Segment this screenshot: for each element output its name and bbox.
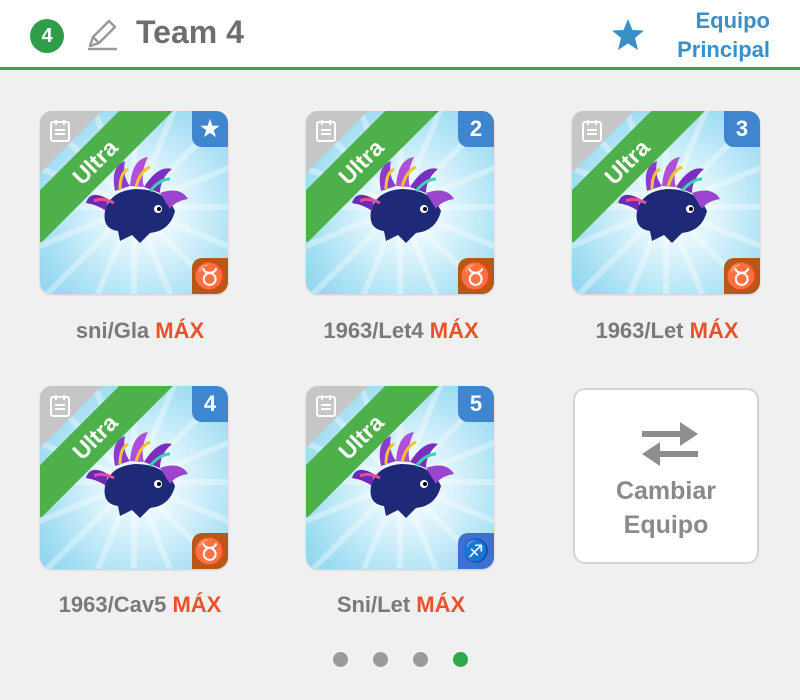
slot-number-badge: 2 <box>458 111 494 147</box>
monster-caption: 1963/Let MÁX <box>537 318 797 344</box>
sagittarius-zodiac-icon: ♐ <box>458 533 494 569</box>
monster-caption: Sni/Let MÁX <box>271 592 531 618</box>
notes-icon[interactable] <box>314 119 338 143</box>
main-team-label-line2: Principal <box>677 37 770 62</box>
page-dot-4-active[interactable] <box>453 652 468 667</box>
max-level-label: MÁX <box>429 318 479 343</box>
monster-card[interactable]: Ultra 5 ♐ <box>306 386 494 569</box>
monster-name: sni/Gla <box>75 318 150 343</box>
slot-number-badge: 4 <box>192 386 228 422</box>
monster-name: 1963/Let <box>595 318 684 343</box>
notes-icon[interactable] <box>314 394 338 418</box>
notes-icon[interactable] <box>48 119 72 143</box>
max-level-label: MÁX <box>416 592 466 617</box>
max-level-label: MÁX <box>155 318 205 343</box>
monster-name: 1963/Cav5 <box>58 592 167 617</box>
page-dot-3[interactable] <box>413 652 428 667</box>
slot-number-badge: 5 <box>458 386 494 422</box>
main-team-label[interactable]: Equipo Principal <box>630 6 770 64</box>
page-dot-1[interactable] <box>333 652 348 667</box>
swap-arrows-icon <box>642 422 698 466</box>
monster-caption: 1963/Cav5 MÁX <box>10 592 270 618</box>
max-level-label: MÁX <box>172 592 222 617</box>
monster-card[interactable]: Ultra 2 ♉ <box>306 111 494 294</box>
monster-name: 1963/Let4 <box>323 318 424 343</box>
monster-caption: 1963/Let4 MÁX <box>271 318 531 344</box>
monster-card[interactable]: Ultra 4 ♉ <box>40 386 228 569</box>
leader-star-icon: ★ <box>192 111 228 147</box>
taurus-zodiac-icon: ♉ <box>192 258 228 294</box>
header-bar: 4 Team 4 Equipo Principal <box>0 0 800 70</box>
pagination-dots <box>0 652 800 670</box>
taurus-zodiac-icon: ♉ <box>458 258 494 294</box>
monster-card[interactable]: Ultra ★ ♉ <box>40 111 228 294</box>
team-name-title[interactable]: Team 4 <box>136 14 244 51</box>
switch-team-line1: Cambiar <box>615 477 717 505</box>
taurus-zodiac-icon: ♉ <box>192 533 228 569</box>
notes-icon[interactable] <box>48 394 72 418</box>
monster-caption: sni/Gla MÁX <box>10 318 270 344</box>
monster-name: Sni/Let <box>336 592 411 617</box>
main-team-label-line1: Equipo <box>695 8 770 33</box>
monster-card[interactable]: Ultra 3 ♉ <box>572 111 760 294</box>
taurus-zodiac-icon: ♉ <box>724 258 760 294</box>
switch-team-label: Cambiar Equipo <box>575 474 757 542</box>
notes-icon[interactable] <box>580 119 604 143</box>
max-level-label: MÁX <box>689 318 739 343</box>
page-dot-2[interactable] <box>373 652 388 667</box>
team-number-badge: 4 <box>30 19 64 53</box>
pencil-edit-icon[interactable] <box>84 16 120 52</box>
switch-team-button[interactable]: Cambiar Equipo <box>573 388 759 564</box>
switch-team-line2: Equipo <box>623 511 709 539</box>
slot-number-badge: 3 <box>724 111 760 147</box>
